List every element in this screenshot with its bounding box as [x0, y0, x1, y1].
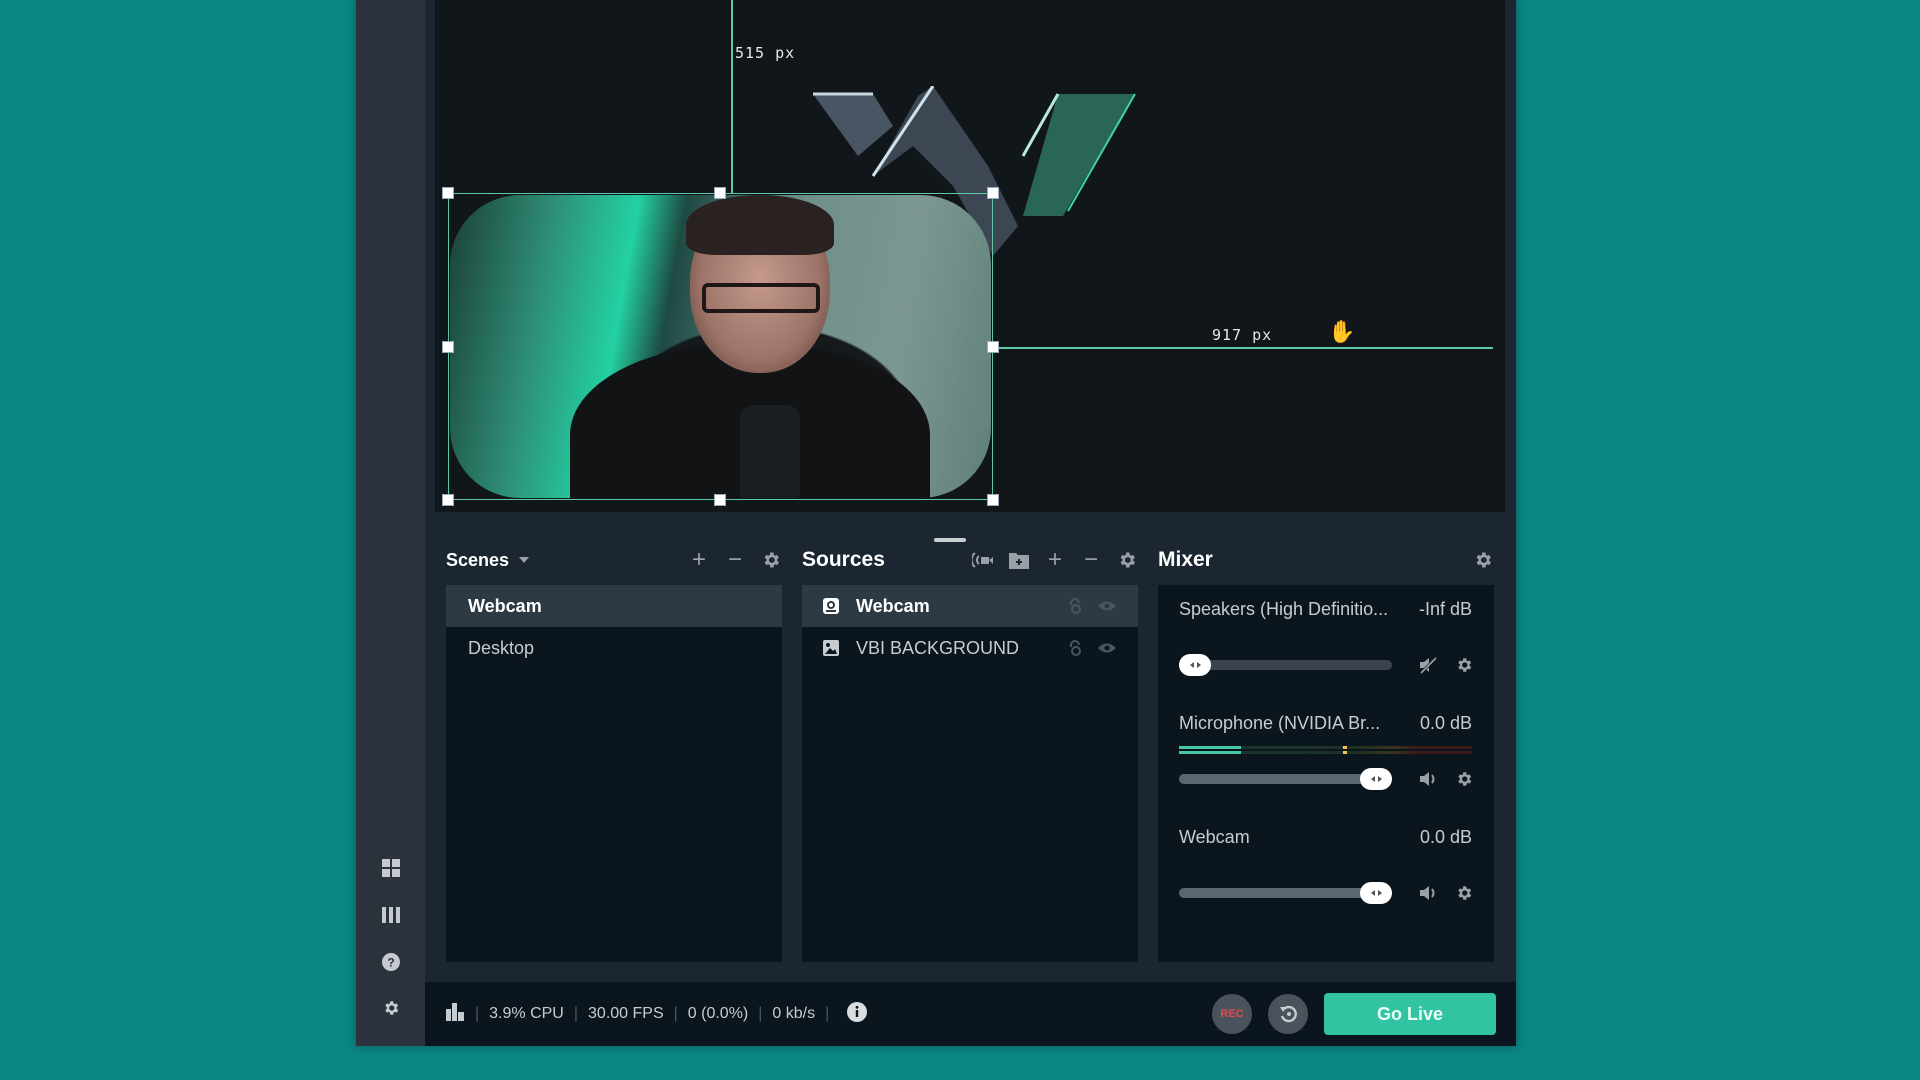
source-item-vbi-background[interactable]: VBI BACKGROUND: [802, 627, 1138, 669]
resize-handle-top-right[interactable]: [987, 187, 999, 199]
webcam-source-selection[interactable]: [442, 187, 999, 506]
audio-level-meter: [1179, 746, 1472, 754]
right-distance-label: 917 px: [1212, 326, 1273, 344]
source-label: VBI BACKGROUND: [856, 637, 1020, 658]
sources-title: Sources: [802, 548, 885, 571]
layout-grid-icon[interactable]: [380, 857, 402, 879]
add-scene-icon[interactable]: +: [688, 548, 710, 572]
scene-settings-icon[interactable]: [760, 549, 782, 571]
fps-readout: 30.00 FPS: [588, 1005, 664, 1022]
rec-label: REC: [1220, 1008, 1244, 1020]
channel-settings-icon[interactable]: [1454, 655, 1474, 675]
sources-panel: Sources + − Webcam VBI BACKGROUND: [802, 545, 1138, 962]
add-source-icon[interactable]: +: [1044, 548, 1066, 572]
dock-resize-handle[interactable]: [934, 538, 966, 542]
replay-icon: [1280, 1005, 1297, 1023]
volume-slider-knob[interactable]: [1360, 882, 1392, 904]
remove-source-icon[interactable]: −: [1080, 548, 1102, 572]
bitrate-readout: 0 kb/s: [772, 1005, 816, 1022]
status-footer: | 3.9% CPU | 30.00 FPS | 0 (0.0%) | 0 kb…: [425, 982, 1516, 1046]
record-button[interactable]: REC: [1212, 994, 1252, 1034]
channel-db: -Inf dB: [1418, 599, 1472, 619]
scenes-title: Scenes: [446, 549, 510, 570]
resize-handle-left[interactable]: [442, 341, 454, 353]
resize-handle-bottom-left[interactable]: [442, 494, 454, 506]
webcam-feed: [450, 195, 991, 498]
resize-handle-bottom-right[interactable]: [987, 494, 999, 506]
volume-slider[interactable]: [1179, 654, 1392, 676]
vertical-distance-guide: [731, 0, 733, 193]
channel-settings-icon[interactable]: [1454, 883, 1474, 903]
channel-db: 0.0 dB: [1419, 827, 1472, 847]
cpu-usage: 3.9% CPU: [489, 1005, 564, 1022]
top-distance-label: 515 px: [735, 44, 796, 62]
speaker-icon[interactable]: [1418, 769, 1438, 789]
info-icon[interactable]: [847, 1001, 868, 1027]
channel-name: Speakers (High Definitio...: [1179, 599, 1389, 619]
mixer-panel: Mixer Speakers (High Definitio... -Inf d…: [1158, 545, 1494, 962]
channel-settings-icon[interactable]: [1454, 769, 1474, 789]
source-label: Webcam: [856, 595, 930, 616]
volume-slider-knob[interactable]: [1179, 654, 1211, 676]
main-area: 515 px 917 px ✋ Scenes + − Webcam Deskto…: [425, 0, 1516, 1046]
channel-name: Webcam: [1179, 827, 1250, 847]
resize-handle-right[interactable]: [987, 341, 999, 353]
dropped-frames: 0 (0.0%): [687, 1005, 749, 1022]
scene-item-desktop[interactable]: Desktop: [446, 627, 782, 669]
add-folder-icon[interactable]: [1008, 549, 1030, 571]
source-item-webcam[interactable]: Webcam: [802, 585, 1138, 627]
selective-recording-icon[interactable]: [972, 549, 994, 571]
sources-list: Webcam VBI BACKGROUND: [802, 585, 1138, 962]
speaker-icon[interactable]: [1418, 883, 1438, 903]
image-icon: [822, 639, 840, 657]
muted-speaker-icon[interactable]: [1418, 655, 1438, 675]
visibility-eye-icon[interactable]: [1098, 640, 1116, 656]
remove-scene-icon[interactable]: −: [724, 548, 746, 572]
mixer-channels: Speakers (High Definitio... -Inf dB Micr…: [1158, 585, 1494, 962]
streamlabs-app-window: ? 515 px 917 px ✋ Scenes + − Webcam Desk…: [356, 0, 1516, 1046]
resize-handle-bottom[interactable]: [714, 494, 726, 506]
scene-collection-dropdown-icon[interactable]: [519, 557, 530, 563]
horizontal-distance-guide: [993, 347, 1493, 349]
scenes-panel: Scenes + − Webcam Desktop: [446, 545, 782, 962]
help-icon[interactable]: ?: [380, 951, 402, 973]
resize-handle-top[interactable]: [714, 187, 726, 199]
scene-item-webcam[interactable]: Webcam: [446, 585, 782, 627]
lock-icon[interactable]: [1066, 640, 1084, 656]
replay-buffer-button[interactable]: [1268, 994, 1308, 1034]
svg-text:?: ?: [387, 956, 394, 970]
volume-slider[interactable]: [1179, 768, 1392, 790]
resize-handle-top-left[interactable]: [442, 187, 454, 199]
mixer-title: Mixer: [1158, 548, 1213, 571]
sidebar: ?: [356, 0, 425, 1046]
preview-canvas[interactable]: 515 px 917 px ✋: [435, 0, 1505, 512]
settings-icon[interactable]: [380, 997, 402, 1019]
channel-db: 0.0 dB: [1419, 713, 1472, 733]
go-live-button[interactable]: Go Live: [1324, 993, 1496, 1035]
webcam-icon: [822, 597, 840, 615]
hand-cursor-icon: ✋: [1328, 319, 1356, 344]
volume-slider[interactable]: [1179, 882, 1392, 904]
scenes-list: Webcam Desktop: [446, 585, 782, 962]
visibility-eye-icon[interactable]: [1098, 598, 1116, 614]
channel-name: Microphone (NVIDIA Br...: [1179, 713, 1381, 733]
mixer-settings-icon[interactable]: [1472, 549, 1494, 571]
volume-slider-knob[interactable]: [1360, 768, 1392, 790]
lock-icon[interactable]: [1066, 598, 1084, 614]
columns-icon[interactable]: [380, 904, 402, 926]
source-settings-icon[interactable]: [1116, 549, 1138, 571]
performance-chart-icon[interactable]: [445, 1002, 465, 1026]
